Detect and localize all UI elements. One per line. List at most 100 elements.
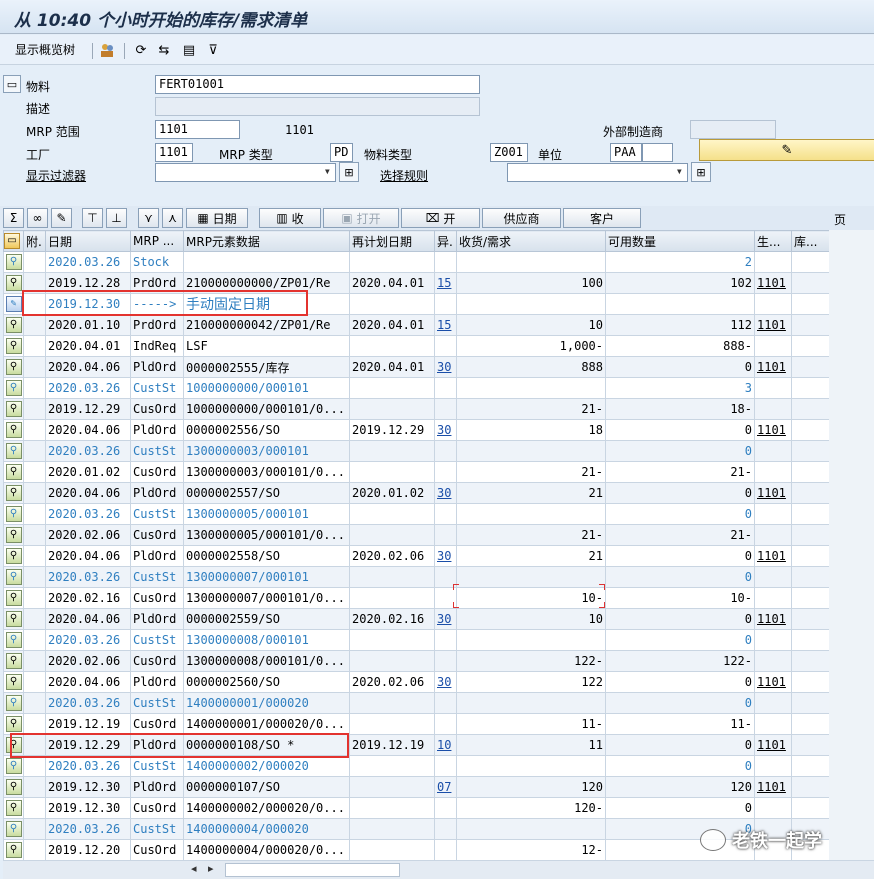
filter-icon[interactable]: ⊽ bbox=[204, 41, 222, 59]
exception-cell[interactable] bbox=[434, 398, 457, 420]
plant-cell[interactable]: 1101 bbox=[754, 608, 792, 630]
row-icon[interactable]: ⚲ bbox=[3, 419, 24, 441]
exception-link[interactable]: 10 bbox=[437, 738, 451, 752]
plant-cell[interactable] bbox=[754, 335, 792, 357]
table-row[interactable]: ⚲ 2020.01.10 PrdOrd 210000000042/ZP01/Re 202… bbox=[3, 314, 830, 336]
plant-cell[interactable] bbox=[754, 251, 792, 273]
plant-cell[interactable]: 1101 bbox=[754, 482, 792, 504]
table-row[interactable]: ⚲ 2020.03.26 CustSt 1300000005/000101 0 bbox=[3, 503, 830, 525]
people-icon[interactable] bbox=[98, 41, 116, 59]
table-row[interactable]: ⚲ 2020.02.06 CusOrd 1300000008/000101/0... 1… bbox=[3, 650, 830, 672]
plant-cell[interactable] bbox=[754, 797, 792, 819]
exception-cell[interactable] bbox=[434, 818, 457, 840]
row-icon[interactable]: ⚲ bbox=[3, 734, 24, 756]
customer-button[interactable]: 客户 bbox=[563, 208, 641, 228]
plant-cell[interactable] bbox=[754, 398, 792, 420]
exception-cell[interactable] bbox=[434, 713, 457, 735]
plant-cell[interactable] bbox=[754, 629, 792, 651]
table-row[interactable]: ⚲ 2020.04.06 PldOrd 0000002559/SO 2020.02.16… bbox=[3, 608, 830, 630]
date-button[interactable]: ▦ 日期 bbox=[186, 208, 248, 228]
row-icon[interactable]: ⚲ bbox=[3, 251, 24, 273]
table-row[interactable]: ⚲ 2019.12.19 CusOrd 1400000001/000020/0... 1… bbox=[3, 713, 830, 735]
table-row[interactable]: ⚲ 2020.03.26 Stock 2 bbox=[3, 251, 830, 273]
scroll-left-icon[interactable]: ◂ bbox=[191, 862, 197, 875]
exception-link[interactable]: 30 bbox=[437, 549, 451, 563]
row-icon[interactable]: ⚲ bbox=[3, 524, 24, 546]
plant-cell[interactable]: 1101 bbox=[754, 314, 792, 336]
plant-cell[interactable] bbox=[754, 440, 792, 462]
row-icon[interactable]: ⚲ bbox=[3, 272, 24, 294]
exception-link[interactable]: 30 bbox=[437, 360, 451, 374]
table-row[interactable]: ⚲ 2019.12.29 CusOrd 1000000000/000101/0... 2… bbox=[3, 398, 830, 420]
table-row[interactable]: ✎ 2019.12.30 -----> 手动固定日期 bbox=[3, 293, 830, 315]
receipts-button[interactable]: ▥ 收 bbox=[259, 208, 321, 228]
magnifier-icon[interactable]: ⚲ bbox=[5, 716, 22, 732]
row-icon[interactable]: ⚲ bbox=[3, 440, 24, 462]
plant-cell[interactable] bbox=[754, 377, 792, 399]
rule-settings-icon[interactable]: ⊞ bbox=[691, 162, 711, 182]
column-header[interactable]: 异. bbox=[434, 230, 457, 252]
table-row[interactable]: ⚲ 2019.12.29 PldOrd 0000000108/SO * 2019.12.… bbox=[3, 734, 830, 756]
exception-cell[interactable]: 30 bbox=[434, 608, 457, 630]
exception-cell[interactable] bbox=[434, 755, 457, 777]
plant-cell[interactable] bbox=[754, 461, 792, 483]
column-header[interactable]: 日期 bbox=[45, 230, 131, 252]
magnifier-icon[interactable]: ⚲ bbox=[5, 737, 22, 753]
row-icon[interactable]: ⚲ bbox=[3, 377, 24, 399]
magnifier-icon[interactable]: ⚲ bbox=[5, 443, 22, 459]
magnifier-icon[interactable]: ⚲ bbox=[5, 590, 22, 606]
magnifier-icon[interactable]: ⚲ bbox=[5, 821, 22, 837]
plant-cell[interactable] bbox=[754, 293, 792, 315]
row-icon[interactable]: ⚲ bbox=[3, 671, 24, 693]
exception-cell[interactable] bbox=[434, 692, 457, 714]
row-icon[interactable]: ⚲ bbox=[3, 566, 24, 588]
row-icon[interactable]: ⚲ bbox=[3, 818, 24, 840]
row-icon[interactable]: ⚲ bbox=[3, 356, 24, 378]
exception-link[interactable]: 30 bbox=[437, 486, 451, 500]
magnifier-icon[interactable]: ⚲ bbox=[5, 254, 22, 270]
table-row[interactable]: ⚲ 2020.04.06 PldOrd 0000002555/库存 2020.04.01… bbox=[3, 356, 830, 378]
exception-cell[interactable] bbox=[434, 797, 457, 819]
unit-field[interactable]: PAA bbox=[610, 143, 642, 162]
table-row[interactable]: ⚲ 2020.02.06 CusOrd 1300000005/000101/0... 2… bbox=[3, 524, 830, 546]
glasses-icon[interactable]: ∞ bbox=[27, 208, 48, 228]
table-row[interactable]: ⚲ 2020.01.02 CusOrd 1300000003/000101/0... 2… bbox=[3, 461, 830, 483]
overview-tree-button[interactable]: 显示概览树 bbox=[15, 41, 75, 59]
switch-icon[interactable]: ⇆ bbox=[155, 41, 173, 59]
row-icon[interactable]: ⚲ bbox=[3, 314, 24, 336]
magnifier-icon[interactable]: ⚲ bbox=[5, 275, 22, 291]
magnifier-icon[interactable]: ⚲ bbox=[5, 527, 22, 543]
exception-cell[interactable]: 30 bbox=[434, 356, 457, 378]
exception-cell[interactable] bbox=[434, 503, 457, 525]
plant-cell[interactable] bbox=[754, 755, 792, 777]
magnifier-icon[interactable]: ⚲ bbox=[5, 380, 22, 396]
exception-link[interactable]: 07 bbox=[437, 780, 451, 794]
column-header[interactable]: 收货/需求 bbox=[456, 230, 606, 252]
mrp-type-field[interactable]: PD bbox=[330, 143, 353, 162]
vertical-scroll-area[interactable] bbox=[829, 230, 874, 860]
plant-cell[interactable] bbox=[754, 713, 792, 735]
magnifier-icon[interactable]: ⚲ bbox=[5, 758, 22, 774]
row-icon[interactable]: ⚲ bbox=[3, 692, 24, 714]
magnifier-icon[interactable]: ⚲ bbox=[5, 359, 22, 375]
exception-link[interactable]: 15 bbox=[437, 276, 451, 290]
material-type-field[interactable]: Z001 bbox=[490, 143, 528, 162]
table-row[interactable]: ⚲ 2020.02.16 CusOrd 1300000007/000101/0... 1… bbox=[3, 587, 830, 609]
magnifier-icon[interactable]: ⚲ bbox=[5, 569, 22, 585]
row-icon[interactable]: ⚲ bbox=[3, 650, 24, 672]
hierarchy-icon[interactable]: ⊤ bbox=[82, 208, 103, 228]
exception-cell[interactable]: 10 bbox=[434, 734, 457, 756]
row-icon[interactable]: ⚲ bbox=[3, 482, 24, 504]
exception-cell[interactable]: 07 bbox=[434, 776, 457, 798]
table-row[interactable]: ⚲ 2019.12.28 PrdOrd 210000000000/ZP01/Re 202… bbox=[3, 272, 830, 294]
sum-icon[interactable]: Σ bbox=[3, 208, 24, 228]
plant-cell[interactable] bbox=[754, 503, 792, 525]
exception-cell[interactable] bbox=[434, 629, 457, 651]
pencil-icon[interactable]: ✎ bbox=[51, 208, 72, 228]
magnifier-icon[interactable]: ⚲ bbox=[5, 842, 22, 858]
exception-link[interactable]: 15 bbox=[437, 318, 451, 332]
magnifier-icon[interactable]: ⚲ bbox=[5, 506, 22, 522]
plant-cell[interactable]: 1101 bbox=[754, 545, 792, 567]
column-header[interactable]: 生... bbox=[754, 230, 792, 252]
table-row[interactable]: ⚲ 2020.04.06 PldOrd 0000002560/SO 2020.02.06… bbox=[3, 671, 830, 693]
